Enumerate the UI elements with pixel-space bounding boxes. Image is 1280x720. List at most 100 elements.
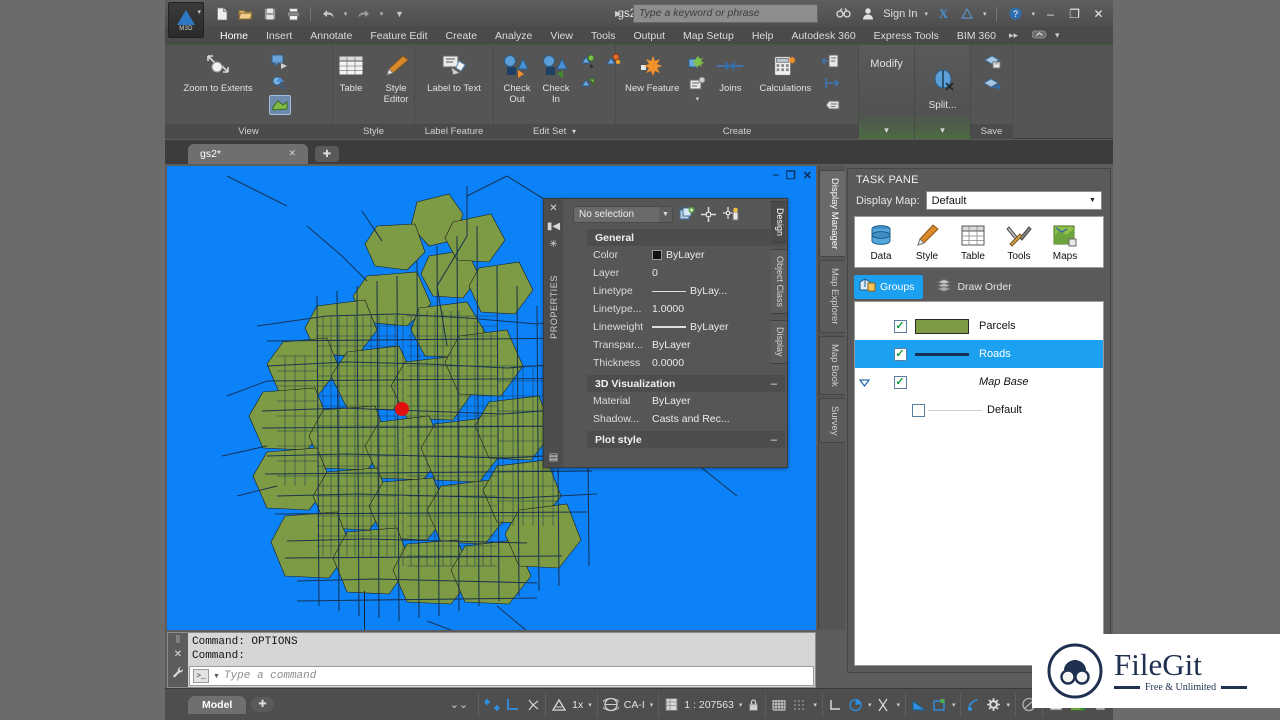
open-file-icon[interactable]: [235, 4, 256, 24]
joins-button[interactable]: Joins: [711, 49, 749, 96]
edge-tab-survey[interactable]: Survey: [819, 397, 845, 444]
coordinate-system-icon[interactable]: [602, 697, 619, 712]
create-split-line-icon[interactable]: [821, 73, 843, 93]
split-dropdown-icon[interactable]: ▾: [915, 124, 970, 139]
ribbon-tab-tools[interactable]: Tools: [582, 27, 625, 45]
edit-set-add-icon[interactable]: [577, 51, 599, 71]
label-to-text-button[interactable]: Label to Text: [423, 49, 485, 96]
command-prompt-dropdown-icon[interactable]: ▼: [213, 673, 220, 680]
settings-gear-icon[interactable]: [986, 697, 1001, 712]
ribbon-minimize-icon[interactable]: [1028, 30, 1051, 41]
annotation-scale-value[interactable]: 1x: [572, 699, 583, 711]
save-icon[interactable]: [259, 4, 280, 24]
polar-tracking-icon[interactable]: [848, 698, 863, 712]
edit-set-dropdown-icon[interactable]: ▾: [572, 127, 576, 136]
osnap-dropdown[interactable]: ▾: [896, 701, 900, 709]
ribbon-tab-help[interactable]: Help: [743, 27, 783, 45]
collapse-plot-style-icon[interactable]: –: [771, 434, 777, 446]
ribbon-tab-annotate[interactable]: Annotate: [301, 27, 361, 45]
map-surface-icon[interactable]: [269, 95, 291, 115]
exchange-icon[interactable]: X: [935, 5, 952, 22]
model-tab[interactable]: Model: [188, 695, 247, 714]
property-row-thickness[interactable]: Thickness 0.0000: [587, 354, 785, 372]
user-icon[interactable]: [859, 5, 876, 22]
help-icon[interactable]: ?: [1007, 5, 1024, 22]
segment-groups[interactable]: Groups: [854, 274, 924, 299]
sign-in-dropdown-icon[interactable]: ▾: [924, 10, 928, 18]
create-export-icon[interactable]: [821, 51, 843, 71]
sign-in-label[interactable]: Sign In: [883, 8, 917, 20]
command-prompt-icon[interactable]: >_: [193, 669, 209, 683]
edge-tab-map-book[interactable]: Map Book: [819, 335, 845, 395]
property-value-linetype[interactable]: ByLay...: [650, 285, 785, 297]
minimize-window-button[interactable]: –: [1042, 5, 1059, 22]
layer-expander-map-base[interactable]: [855, 378, 873, 387]
command-input-row[interactable]: >_ ▼ Type a command: [189, 666, 814, 686]
scale-icon[interactable]: [664, 697, 679, 712]
property-value-color[interactable]: ByLayer: [650, 249, 785, 261]
ribbon-minimize-dropdown-icon[interactable]: ▾: [1051, 30, 1064, 41]
drawing-close-button[interactable]: ✕: [803, 169, 812, 182]
property-row-linetype[interactable]: Linetype ByLay...: [587, 282, 785, 300]
scale-dropdown[interactable]: ▾: [739, 701, 743, 709]
check-in-button[interactable]: Check In: [538, 49, 574, 107]
ribbon-tab-insert[interactable]: Insert: [257, 27, 301, 45]
settings-dropdown[interactable]: ▾: [1006, 701, 1010, 709]
ribbon-panel-title-edit-set[interactable]: Edit Set ▾: [494, 124, 615, 139]
redo-dropdown-icon[interactable]: ▾: [377, 4, 386, 24]
scale-value[interactable]: 1 : 207563: [684, 699, 734, 711]
snap-dropdown[interactable]: ▾: [813, 701, 817, 709]
grid-display-icon[interactable]: [771, 698, 787, 712]
maximize-window-button[interactable]: ❐: [1066, 5, 1083, 22]
task-pane-table-button[interactable]: Table: [953, 222, 993, 262]
layer-checkbox-default[interactable]: [909, 403, 927, 417]
search-help-icon[interactable]: [835, 5, 852, 22]
create-digitize-icon[interactable]: [686, 51, 708, 71]
property-row-material[interactable]: Material ByLayer: [587, 392, 785, 410]
property-row-lineweight[interactable]: Lineweight ByLayer: [587, 318, 785, 336]
selection-combobox[interactable]: No selection ▼: [573, 206, 673, 223]
command-grip-icon[interactable]: ⣿: [175, 635, 180, 643]
zoom-to-extents-button[interactable]: Zoom to Extents: [170, 49, 266, 96]
coordinate-system-dropdown[interactable]: ▾: [650, 701, 654, 709]
ribbon-tab-feature-edit[interactable]: Feature Edit: [361, 27, 436, 45]
check-out-button[interactable]: Check Out: [499, 49, 535, 107]
polar-dropdown[interactable]: ▾: [868, 701, 872, 709]
ribbon-tab-home[interactable]: Home: [211, 27, 257, 45]
properties-tab-display[interactable]: Display: [771, 320, 788, 364]
new-feature-button[interactable]: New Feature: [621, 49, 683, 96]
task-pane-tools-button[interactable]: Tools: [999, 222, 1039, 262]
edit-set-undo-icon[interactable]: [577, 73, 599, 93]
property-value-lineweight[interactable]: ByLayer: [650, 321, 785, 333]
dynamic-dropdown[interactable]: ▾: [952, 701, 956, 709]
app-menu-caret-icon[interactable]: ▾: [197, 8, 201, 16]
ucs-icon[interactable]: [505, 698, 520, 712]
property-row-shadow[interactable]: Shadow... Casts and Rec...: [587, 410, 785, 428]
edge-tab-display-manager[interactable]: Display Manager: [819, 170, 845, 258]
autodesk-dropdown-icon[interactable]: ▾: [983, 10, 987, 18]
dynamic-ucs-icon[interactable]: [932, 698, 947, 712]
property-row-linetype-scale[interactable]: Linetype... 1.0000: [587, 300, 785, 318]
ribbon-tab-autodesk-360[interactable]: Autodesk 360: [782, 27, 864, 45]
print-icon[interactable]: [283, 4, 304, 24]
task-pane-data-button[interactable]: Data: [861, 222, 901, 262]
add-layout-button[interactable]: ✚: [251, 697, 274, 712]
annotation-scale-dropdown[interactable]: ▾: [588, 701, 592, 709]
layout-overflow-icon[interactable]: ⌄⌄: [450, 698, 478, 711]
ribbon-tab-analyze[interactable]: Analyze: [486, 27, 541, 45]
autodesk-icon[interactable]: [959, 5, 976, 22]
application-menu-button[interactable]: M3D ▾: [168, 2, 204, 38]
selection-dropdown-icon[interactable]: ▼: [659, 207, 672, 222]
qat-more-icon[interactable]: ▼: [389, 4, 410, 24]
coordinate-system-value[interactable]: CA-I: [624, 699, 645, 711]
properties-group-3d-header[interactable]: 3D Visualization –: [587, 375, 785, 392]
style-editor-button[interactable]: Style Editor: [375, 49, 417, 107]
table-row[interactable]: ✓ Roads: [855, 340, 1103, 368]
properties-group-general-header[interactable]: General –: [587, 229, 785, 246]
command-customize-icon[interactable]: [172, 666, 184, 682]
undo-dropdown-icon[interactable]: ▾: [341, 4, 350, 24]
drawing-restore-button[interactable]: ❐: [786, 169, 796, 182]
ortho-mode-icon[interactable]: [828, 698, 843, 712]
create-settings-icon[interactable]: [686, 73, 708, 93]
command-input[interactable]: Type a command: [224, 670, 316, 682]
